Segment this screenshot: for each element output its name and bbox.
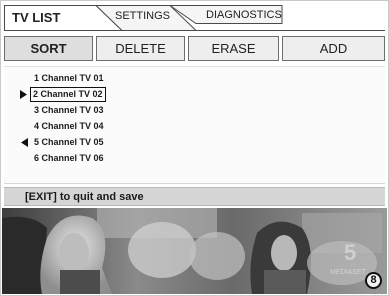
- channel-row[interactable]: 6 Channel TV 06: [4, 151, 385, 166]
- channel-row[interactable]: 5 Channel TV 05: [4, 135, 385, 150]
- tv-picture: 5 MEDIASET 8: [2, 208, 387, 294]
- channel-row[interactable]: 3 Channel TV 03: [4, 103, 385, 118]
- exit-hint: [EXIT] to quit and save: [25, 191, 144, 203]
- tab-tv-list[interactable]: TV LIST: [12, 5, 60, 31]
- tv-picture-image: 5 MEDIASET: [2, 208, 387, 294]
- channel-list: 1 Channel TV 01 2 Channel TV 02 3 Channe…: [4, 66, 385, 184]
- channel-number-badge: 8: [365, 272, 382, 289]
- channel-row[interactable]: 1 Channel TV 01: [4, 71, 385, 86]
- channel-row[interactable]: 2 Channel TV 02: [4, 87, 385, 102]
- channel-label: 3 Channel TV 03: [34, 105, 104, 115]
- tab-settings[interactable]: SETTINGS: [115, 3, 170, 29]
- channel-label: 5 Channel TV 05: [34, 137, 104, 147]
- play-left-icon: [4, 135, 28, 150]
- delete-button[interactable]: DELETE: [96, 36, 185, 61]
- footer-bar: [EXIT] to quit and save: [4, 187, 385, 206]
- mediaset-watermark: MEDIASET: [330, 269, 367, 276]
- sort-button[interactable]: SORT: [4, 36, 93, 61]
- channel-label: 6 Channel TV 06: [34, 153, 104, 163]
- channel-label: 1 Channel TV 01: [34, 73, 104, 83]
- toolbar: SORT DELETE ERASE ADD: [4, 36, 385, 61]
- tab-outline: [4, 5, 385, 31]
- channel-row[interactable]: 4 Channel TV 04: [4, 119, 385, 134]
- add-button[interactable]: ADD: [282, 36, 385, 61]
- channel-logo-5: 5: [344, 240, 356, 265]
- play-right-icon: [4, 87, 27, 102]
- tab-bar: TV LIST SETTINGS DIAGNOSTICS: [4, 5, 385, 31]
- channel-label: 4 Channel TV 04: [34, 121, 104, 131]
- erase-button[interactable]: ERASE: [188, 36, 279, 61]
- channel-label-selected: 2 Channel TV 02: [30, 87, 106, 102]
- tab-diagnostics[interactable]: DIAGNOSTICS: [206, 2, 282, 28]
